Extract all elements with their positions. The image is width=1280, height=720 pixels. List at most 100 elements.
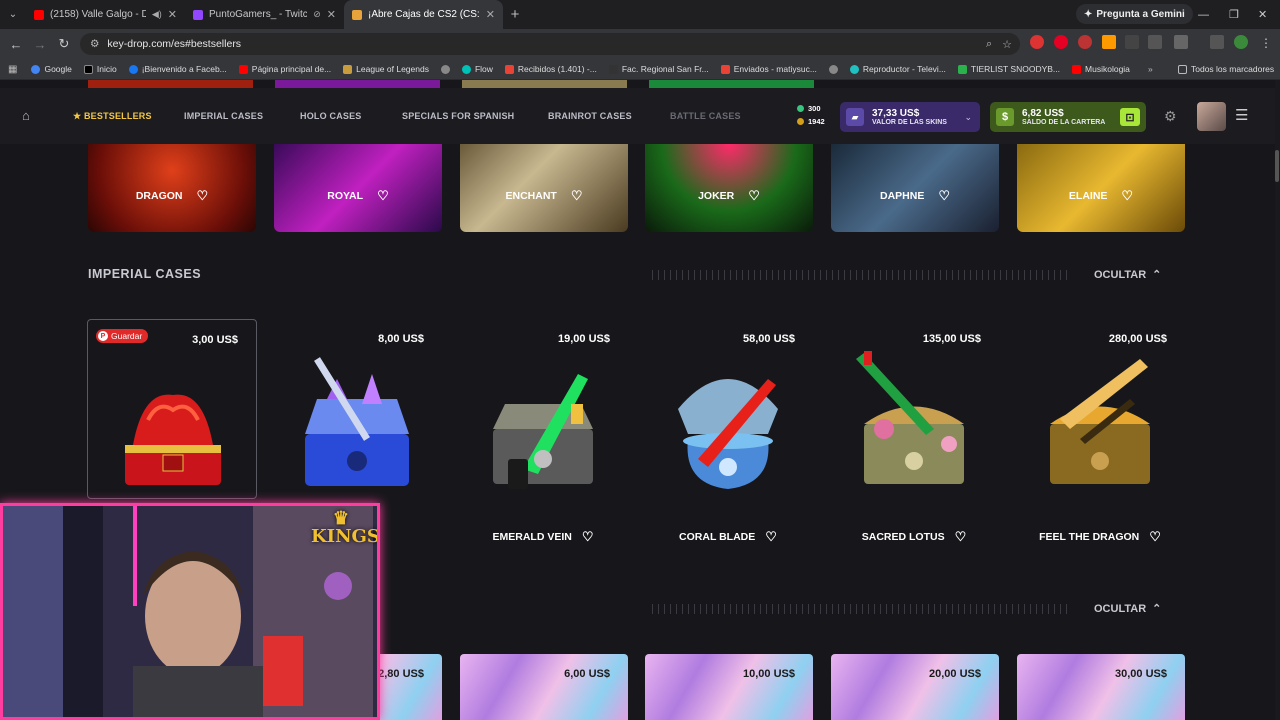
media-icon[interactable] (1210, 35, 1224, 49)
reload-icon[interactable]: ↻ (52, 36, 76, 52)
page-scrollbar[interactable] (1275, 80, 1280, 720)
holo-case-4[interactable]: 20,00 US$ (831, 654, 999, 720)
wallet-balance[interactable]: $ 6,82 US$ SALDO DE LA CARTERA ⊡ (990, 102, 1146, 132)
forward-icon[interactable]: → (28, 37, 52, 52)
imperial-case-emerald-vein[interactable]: 19,00 US$ EMERALD VEIN ♡ (458, 319, 628, 559)
site-info-icon[interactable]: ⚙ (90, 38, 99, 50)
more-bookmarks-icon[interactable]: » (1148, 64, 1153, 74)
imperial-case-feel-the-dragon[interactable]: 280,00 US$ FEEL THE DRAGON ♡ (1015, 319, 1185, 559)
case-card-elaine[interactable]: ELAINE ♡ (1017, 144, 1185, 232)
browser-tab-1[interactable]: (2158) Valle Galgo - Desper ◀︎) ✕ (26, 0, 185, 29)
extension-icon[interactable] (1078, 35, 1092, 49)
close-window-button[interactable]: ✕ (1258, 0, 1267, 29)
bookmark-flow[interactable]: Flow (461, 64, 493, 74)
add-funds-icon[interactable]: ⊡ (1120, 108, 1140, 126)
hide-imperial-button[interactable]: OCULTAR ⌃ (1094, 268, 1161, 282)
bookmark-gmail-sent[interactable]: Enviados - matiysuc... (720, 64, 817, 74)
holo-case-5[interactable]: 30,00 US$ (1017, 654, 1185, 720)
nav-brainrot-cases[interactable]: BRAINROT CASES (548, 88, 632, 144)
heart-icon[interactable]: ♡ (748, 188, 760, 204)
hide-holo-button[interactable]: OCULTAR ⌃ (1094, 602, 1161, 616)
scrollbar-thumb[interactable] (1275, 150, 1279, 182)
muted-icon[interactable]: ⊘ (313, 9, 321, 20)
pinterest-save-button[interactable]: P Guardar (96, 329, 149, 343)
bookmark-gmail-inbox[interactable]: Recibidos (1.401) -... (504, 64, 597, 74)
nav-holo-cases[interactable]: HOLO CASES (300, 88, 362, 144)
bookmark-globe-2[interactable] (828, 64, 838, 74)
holo-case-2[interactable]: 6,00 US$ (460, 654, 628, 720)
extension-icon[interactable] (1125, 35, 1139, 49)
case-card-enchant[interactable]: ENCHANT ♡ (460, 144, 628, 232)
bookmark-label: Musikologia (1085, 64, 1130, 74)
heart-icon[interactable]: ♡ (938, 188, 950, 204)
gmail-icon (720, 64, 730, 74)
speaker-icon[interactable]: ◀︎) (152, 9, 162, 20)
user-avatar[interactable] (1197, 102, 1226, 131)
nav-imperial-cases[interactable]: IMPERIAL CASES (184, 88, 263, 144)
nav-battle-cases[interactable]: BATTLE CASES (670, 88, 741, 144)
case-price: 58,00 US$ (743, 333, 795, 345)
all-bookmarks[interactable]: Todos los marcadores (1178, 64, 1274, 74)
minimize-button[interactable]: — (1198, 0, 1209, 29)
skins-value-button[interactable]: ▰ 37,33 US$ VALOR DE LAS SKINS ⌄ (840, 102, 980, 132)
imperial-case-coral-blade[interactable]: 58,00 US$ CORAL BLADE ♡ (643, 319, 813, 559)
case-card-royal[interactable]: ROYAL ♡ (274, 144, 442, 232)
dollar-icon: $ (996, 108, 1014, 126)
gear-icon[interactable]: ⚙ (1164, 108, 1177, 125)
pinterest-icon[interactable] (1054, 35, 1068, 49)
extensions-puzzle-icon[interactable] (1174, 35, 1188, 49)
bookmark-musikologia[interactable]: Musikologia (1072, 64, 1130, 74)
bookmark-youtube[interactable]: Página principal de... (238, 64, 331, 74)
bookmark-globe[interactable] (440, 64, 450, 74)
heart-icon[interactable]: ♡ (1121, 188, 1133, 204)
profile-avatar[interactable] (1234, 35, 1248, 49)
youtube-icon (238, 64, 248, 74)
menu-icon[interactable]: ☰ (1235, 106, 1248, 124)
extension-icon[interactable] (1030, 35, 1044, 49)
restore-button[interactable]: ❐ (1229, 0, 1239, 29)
close-tab-icon[interactable]: ✕ (168, 8, 177, 21)
home-icon[interactable]: ⌂ (22, 108, 30, 123)
heart-icon[interactable]: ♡ (571, 188, 583, 204)
play-extension-icon[interactable] (1102, 35, 1116, 49)
imperial-case-1[interactable]: P Guardar 3,00 US$ (87, 319, 257, 499)
holo-case-3[interactable]: 10,00 US$ (645, 654, 813, 720)
twitch-icon (193, 9, 203, 20)
browser-tab-2[interactable]: PuntoGamers_ - Twitch ⊘ ✕ (185, 0, 344, 29)
case-card-joker[interactable]: JOKER ♡ (645, 144, 813, 232)
tab-search-icon[interactable]: ⌄ (0, 0, 26, 29)
browser-tab-3[interactable]: ¡Abre Cajas de CS2 (CS:GO), Ga ✕ (344, 0, 503, 29)
bookmark-facebook[interactable]: ¡Bienvenido a Faceb... (128, 64, 227, 74)
heart-icon[interactable]: ♡ (765, 529, 777, 545)
bookmark-tierlist[interactable]: TIERLIST SNOODYB... (957, 64, 1060, 74)
case-card-daphne[interactable]: DAPHNE ♡ (831, 144, 999, 232)
heart-icon[interactable]: ♡ (955, 529, 967, 545)
bookmark-x[interactable]: Inicio (83, 64, 117, 74)
url-bar[interactable]: ⚙ key-drop.com/es#bestsellers ⌕ ☆ (80, 33, 1020, 55)
bookmark-frsf[interactable]: Fac. Regional San Fr... (608, 64, 709, 74)
close-tab-icon[interactable]: ✕ (486, 8, 495, 21)
close-tab-icon[interactable]: ✕ (327, 8, 336, 21)
heart-icon[interactable]: ♡ (197, 188, 209, 204)
nav-bestsellers[interactable]: ★ BESTSELLERS (73, 88, 152, 144)
bookmark-tv[interactable]: Reproductor - Televi... (849, 64, 946, 74)
apps-grid-icon[interactable]: ▦ (8, 64, 17, 75)
case-name: SACRED LOTUS (861, 531, 945, 543)
back-icon[interactable]: ← (4, 37, 28, 52)
case-name: JOKER (698, 190, 735, 202)
gemini-button[interactable]: ✦ Pregunta a Gemini (1076, 4, 1193, 24)
menu-dots-icon[interactable]: ⋮ (1260, 36, 1272, 50)
nav-specials-for-spanish[interactable]: SPECIALS FOR SPANISH (402, 88, 514, 144)
bookmark-label: Google (44, 64, 72, 74)
bookmark-star-icon[interactable]: ☆ (1002, 38, 1012, 51)
case-card-dragon[interactable]: DRAGON ♡ (88, 144, 256, 232)
heart-icon[interactable]: ♡ (377, 188, 389, 204)
heart-icon[interactable]: ♡ (1149, 529, 1161, 545)
bookmark-lol[interactable]: League of Legends (343, 64, 429, 74)
heart-icon[interactable]: ♡ (582, 529, 594, 545)
zoom-icon[interactable]: ⌕ (986, 38, 992, 51)
imperial-case-sacred-lotus[interactable]: 135,00 US$ SACRED LOTUS ♡ (829, 319, 999, 559)
bookmark-google[interactable]: Google (31, 64, 72, 74)
extension-icon[interactable] (1148, 35, 1162, 49)
new-tab-button[interactable]: + (503, 6, 527, 23)
